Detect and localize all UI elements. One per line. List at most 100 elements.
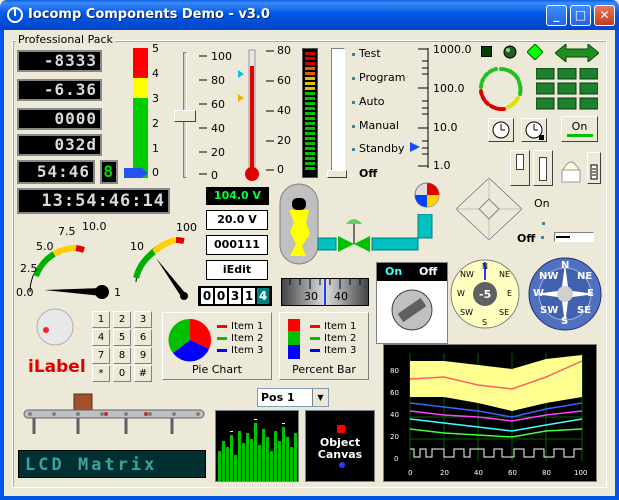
switch-slider-track[interactable]: [331, 48, 345, 178]
slider-scale-ticks: [199, 55, 207, 175]
bar-scale-label: 3: [152, 92, 159, 105]
gauge-label: 10: [130, 240, 144, 253]
on-button-label: On: [571, 120, 588, 133]
position-dropdown[interactable]: Pos 1 ▼: [257, 388, 329, 407]
keypad-key[interactable]: 8: [113, 347, 131, 364]
switch-slider-thumb[interactable]: [327, 170, 347, 178]
percent-legend-label: Item 2: [324, 333, 357, 344]
switch-option-manual[interactable]: Manual: [359, 119, 399, 132]
odometer-digit: 1: [243, 288, 255, 304]
bar-scale-label: 0: [152, 166, 159, 179]
percent-legend-item: Item 3: [310, 345, 356, 356]
pie-swatch: [217, 324, 227, 328]
rotary-switch[interactable]: On Off: [376, 262, 448, 344]
keypad-key[interactable]: 9: [134, 347, 152, 364]
bar-scale-label: 4: [152, 67, 159, 80]
slider-scale-label: 20: [211, 146, 225, 159]
keypad-key[interactable]: 5: [113, 329, 131, 346]
toggle-switch-2[interactable]: [533, 150, 553, 186]
voltage-led-display: 104.0 V: [206, 187, 269, 205]
keypad-key[interactable]: 6: [134, 329, 152, 346]
compass-dir: SE: [577, 305, 592, 316]
keypad-key[interactable]: 0: [113, 365, 131, 382]
switch-option-auto[interactable]: Auto: [359, 95, 385, 108]
chevron-down-icon[interactable]: ▼: [312, 389, 328, 406]
round-led-icon[interactable]: [503, 45, 517, 59]
compass-dir: W: [533, 288, 545, 299]
keypad-key[interactable]: 2: [113, 311, 131, 328]
clock-button-2[interactable]: [521, 118, 547, 142]
conveyor-belt: [23, 393, 205, 434]
close-button[interactable]: ✕: [594, 5, 615, 26]
percent-legend-label: Item 1: [324, 321, 357, 332]
compass-dir: SW: [460, 308, 473, 317]
ruler-dial[interactable]: 30 40: [281, 278, 369, 306]
slider-scale-label: 40: [211, 122, 225, 135]
pie-legend-label: Item 2: [231, 333, 264, 344]
minimize-button[interactable]: _: [546, 5, 567, 26]
bar-scale-label: 2: [152, 117, 159, 130]
toggle-dot: [541, 236, 544, 239]
maximize-button[interactable]: □: [570, 5, 591, 26]
keypad-key[interactable]: 1: [92, 311, 110, 328]
bar-scale-label: 1: [152, 142, 159, 155]
mini-slider-switch[interactable]: [587, 152, 601, 184]
switch-option-standby[interactable]: Standby: [359, 142, 404, 155]
double-arrow-icon[interactable]: [555, 44, 599, 62]
diamond-led-icon[interactable]: [527, 44, 543, 60]
thermo-scale-label: 40: [277, 104, 291, 117]
compass-dir: SW: [540, 305, 559, 316]
gauge-value-label: 1: [114, 286, 121, 299]
joystick-pad-icon[interactable]: [454, 176, 524, 242]
lcd-display-time: 54:46: [17, 160, 95, 184]
gauge-label: 0.0: [16, 286, 34, 299]
compass-dir: NW: [460, 270, 474, 279]
vertical-slider-thumb[interactable]: [174, 110, 196, 122]
on-button[interactable]: On: [561, 116, 598, 142]
gauge-label: 10.0: [82, 220, 107, 233]
gauge-label: 100: [176, 221, 197, 234]
keypad-key[interactable]: *: [92, 365, 110, 382]
compass-dir: S: [482, 318, 488, 327]
toggle-on-label: On: [534, 197, 550, 210]
switch-option-program[interactable]: Program: [359, 71, 405, 84]
keypad-key[interactable]: #: [134, 365, 152, 382]
square-led[interactable]: [481, 46, 492, 57]
knob-icon[interactable]: [34, 306, 76, 348]
title-bar[interactable]: Iocomp Components Demo - v3.0 _ □ ✕: [0, 0, 619, 30]
pie-legend-item: Item 2: [217, 333, 263, 344]
clock-button-1[interactable]: [488, 118, 514, 142]
thermo-scale-label: 0: [277, 163, 284, 176]
canvas-blue-dot: [339, 462, 345, 468]
keypad-key[interactable]: 7: [92, 347, 110, 364]
percent-swatch: [310, 348, 320, 352]
plot-y-tick: 40: [390, 411, 399, 419]
switch-option-test[interactable]: Test: [359, 47, 381, 60]
compass-dir: NW: [539, 271, 559, 282]
switch-option-off[interactable]: Off: [359, 167, 377, 180]
toggle-slider-thumb[interactable]: [556, 236, 570, 238]
thermo-scale-label: 60: [277, 74, 291, 87]
app-icon[interactable]: [7, 7, 23, 23]
object-canvas-label: Object Canvas: [317, 436, 363, 461]
slider-scale-label: 60: [211, 98, 225, 111]
plot-y-tick: 20: [390, 433, 399, 441]
lamp-icon: [561, 161, 581, 183]
gauge-label: 2.5: [20, 262, 38, 275]
plot-panel: 80 60 40 20 0 0 20 40 60 80 100: [383, 344, 597, 482]
keypad-key[interactable]: 4: [92, 329, 110, 346]
bar-pointer-icon[interactable]: [122, 166, 148, 180]
connector-icon: [417, 214, 433, 239]
percent-swatch: [310, 336, 320, 340]
percent-bar-icon: [288, 319, 300, 359]
compass-dir: N: [561, 260, 570, 271]
plot-x-tick: 80: [542, 469, 551, 477]
keypad-key[interactable]: 3: [134, 311, 152, 328]
pump-wheel-icon: [414, 182, 440, 208]
percent-legend-item: Item 2: [310, 333, 356, 344]
rotary-on-label: On: [385, 265, 403, 278]
pie-swatch: [217, 336, 227, 340]
toggle-off-label: Off: [517, 232, 536, 245]
log-scale-label: 1.0: [433, 159, 451, 172]
led-bar-meter: [302, 48, 318, 178]
